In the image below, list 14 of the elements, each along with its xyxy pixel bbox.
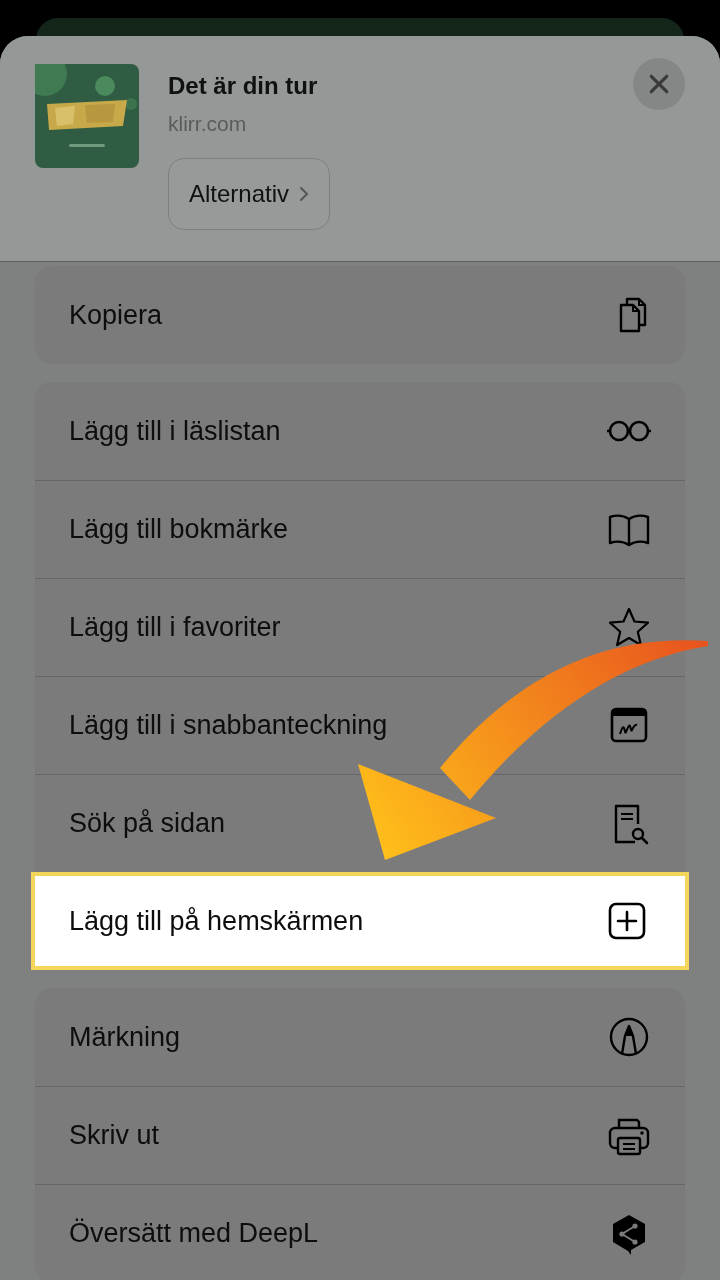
page-domain: klirr.com	[168, 112, 247, 136]
pen-circle-icon	[607, 1015, 651, 1059]
menu-item[interactable]: Kopiera	[35, 266, 685, 364]
menu-item[interactable]: Lägg till i läslistan	[35, 382, 685, 480]
close-icon	[648, 73, 670, 95]
menu-item[interactable]: Märkning	[35, 988, 685, 1086]
menu-item[interactable]: Skriv ut	[35, 1086, 685, 1184]
page-title: Det är din tur	[168, 72, 318, 100]
menu-item[interactable]: Översätt med DeepL	[35, 1184, 685, 1280]
close-button[interactable]	[633, 58, 685, 110]
options-button[interactable]: Alternativ	[168, 158, 331, 230]
menu-item[interactable]: Lägg till på hemskärmen	[31, 872, 689, 970]
menu-item[interactable]: Lägg till bokmärke	[35, 480, 685, 578]
chevron-icon	[299, 186, 310, 202]
